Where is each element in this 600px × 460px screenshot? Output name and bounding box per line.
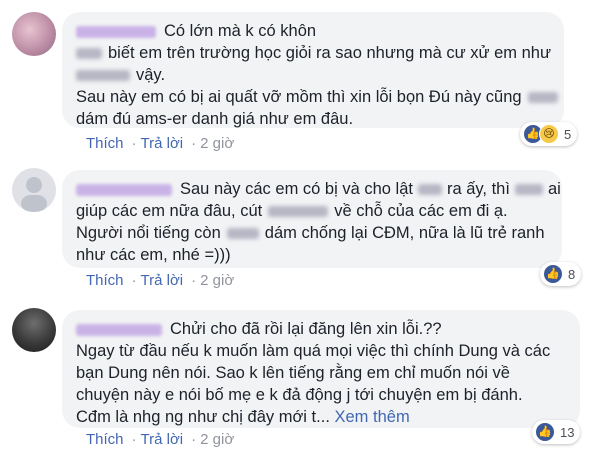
avatar[interactable] [12,168,56,212]
comment-author[interactable] [76,183,172,196]
redacted-text [527,92,558,104]
comment-line: vậy. [76,64,550,86]
timestamp[interactable]: 2 giờ [200,135,234,152]
comment-line: dám đú ams-er danh giá như em đâu. [76,110,354,128]
reaction-summary[interactable]: 👍 😢 5 [520,122,578,146]
comment-line: Sau này em có bị ai quất vỡ mồm thì xin … [76,86,558,108]
comment-bubble: Sau này các em có bị và cho lật ra ấy, th… [62,170,562,268]
like-link[interactable]: Thích [86,135,124,152]
redacted-text [417,184,442,196]
see-more-link[interactable]: Xem thêm [335,408,410,426]
comment-actions: Thích · Trả lời · 2 giờ [86,431,235,448]
comment-line: bạn Dung nên nói. Sao k lên tiếng rằng e… [76,364,510,382]
like-link[interactable]: Thích [86,431,124,448]
comment-2: Sau này các em có bị và cho lật ra ấy, th… [0,160,600,295]
reply-link[interactable]: Trả lời [141,272,184,289]
comment-line: chuyện này e nói bố mẹ e k đả động j tới… [76,386,523,404]
redacted-text [76,70,130,82]
comment-line: Cđm là nhg ng như chị đây mới t... Xem t… [76,408,410,426]
comment-line: Sau này các em có bị và cho lật ra ấy, th… [76,178,561,200]
redacted-text [76,48,102,60]
comment-line: biết em trên trường học giỏi ra sao nhưn… [76,42,551,64]
reaction-count: 5 [564,126,572,142]
default-avatar-icon [21,177,47,212]
redacted-text [226,228,259,240]
like-icon: 👍 [535,422,555,442]
comment-line: Ngay từ đầu nếu k muốn làm quá mọi việc … [76,342,551,360]
like-link[interactable]: Thích [86,272,124,289]
comment-line: Người nổi tiếng còn dám chống lại CĐM, nữ… [76,224,545,242]
comment-line: giúp các em nữa đâu, cút về chỗ của các e… [76,202,508,220]
comment-line: Có lớn mà k có khôn [76,20,550,42]
comment-actions: Thích · Trả lời · 2 giờ [86,135,235,152]
comment-3: Chửi cho đã rồi lại đăng lên xin lỗi.?? … [0,298,600,460]
comment-1: Có lớn mà k có khôn biết em trên trường … [0,0,600,158]
like-icon: 👍 [543,264,563,284]
comment-actions: Thích · Trả lời · 2 giờ [86,272,235,289]
reaction-count: 8 [568,266,576,282]
reply-link[interactable]: Trả lời [141,431,184,448]
redacted-text [514,184,543,196]
comment-author[interactable] [76,323,162,336]
reply-link[interactable]: Trả lời [141,135,184,152]
timestamp[interactable]: 2 giờ [200,431,234,448]
comment-bubble: Có lớn mà k có khôn biết em trên trường … [62,12,564,128]
comment-line: như các em, nhé =))) [76,246,231,264]
comment-line: Chửi cho đã rồi lại đăng lên xin lỗi.?? [76,318,566,340]
reaction-summary[interactable]: 👍 13 [532,420,581,444]
reaction-summary[interactable]: 👍 8 [540,262,582,286]
reaction-count: 13 [560,424,575,440]
comment-bubble: Chửi cho đã rồi lại đăng lên xin lỗi.?? … [62,310,580,428]
avatar[interactable] [12,12,56,56]
timestamp[interactable]: 2 giờ [200,272,234,289]
sad-icon: 😢 [539,124,559,144]
avatar[interactable] [12,308,56,352]
comment-author[interactable] [76,25,156,38]
redacted-text [268,206,329,218]
